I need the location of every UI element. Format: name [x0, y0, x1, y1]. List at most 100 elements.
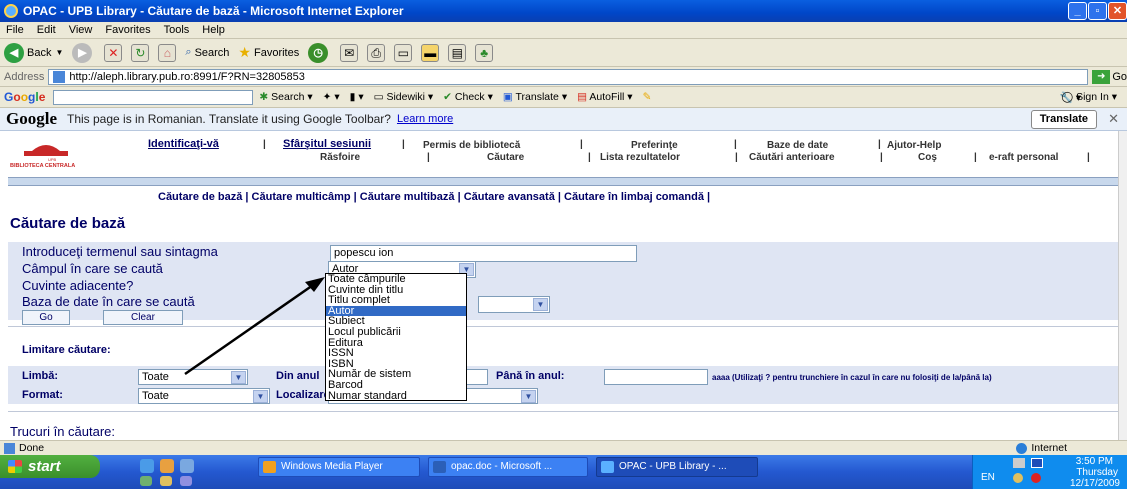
- favorites-button[interactable]: ★ Favorites: [238, 44, 299, 61]
- dropdown-option[interactable]: Locul publicării: [326, 327, 466, 338]
- stop-button[interactable]: ✕: [104, 43, 123, 62]
- start-button[interactable]: start: [0, 455, 100, 478]
- address-bar: Address http://aleph.library.pub.ro:8991…: [0, 67, 1127, 87]
- page-content: UPB BIBLIOTECA CENTRALA Identificaţi-vă …: [0, 131, 1118, 440]
- back-button[interactable]: ◀ Back ▼: [4, 42, 63, 63]
- print-button[interactable]: ⎙: [367, 43, 386, 62]
- ie-quicklaunch-icon[interactable]: [180, 459, 194, 473]
- page-icon: [53, 70, 66, 83]
- window-titlebar[interactable]: OPAC - UPB Library - Căutare de bază - M…: [0, 0, 1127, 22]
- close-icon[interactable]: ✕: [1108, 111, 1119, 127]
- history-icon: ◷: [308, 42, 329, 63]
- edit-button[interactable]: ▭: [394, 43, 413, 62]
- google-translate-button[interactable]: ▣ Translate ▾: [503, 91, 567, 103]
- window-title: OPAC - UPB Library - Căutare de bază - M…: [23, 4, 404, 18]
- stop-icon: ✕: [104, 43, 123, 62]
- highlight-button[interactable]: ✎: [643, 91, 652, 103]
- clock-day: Thursday: [1076, 467, 1118, 478]
- forward-button[interactable]: ▶: [72, 42, 95, 63]
- research-icon: ▤: [448, 43, 467, 62]
- mail-button[interactable]: ✉: [340, 43, 359, 62]
- menu-bar: File Edit View Favorites Tools Help: [0, 22, 1127, 39]
- refresh-icon: ↻: [131, 43, 150, 62]
- firefox-icon[interactable]: [160, 459, 174, 473]
- sign-in-button[interactable]: ◯ Sign In ▾: [1061, 91, 1117, 103]
- page-done-icon: [4, 442, 15, 454]
- taskbar: start Windows Media Player opac.doc - Mi…: [0, 455, 1127, 489]
- refresh-button[interactable]: ↻: [131, 43, 150, 62]
- ie-icon: [4, 4, 18, 18]
- google-logo: Google: [4, 90, 46, 104]
- dropdown-option[interactable]: Toate câmpurile: [326, 274, 466, 285]
- security-shield-icon[interactable]: [1031, 473, 1041, 483]
- spellcheck-button[interactable]: ✔ Check ▾: [443, 91, 493, 103]
- page-scrollbar[interactable]: [1118, 131, 1127, 440]
- go-arrow-icon: ➜: [1092, 69, 1111, 84]
- google-bookmark-button[interactable]: ✦ ▾: [323, 91, 340, 103]
- browser-toolbar: ◀ Back ▼ ▶ ✕ ↻ ⌂ ⌕ Search ★ Favorites ◷ ✉ ⎙ …: [0, 39, 1127, 67]
- research-button[interactable]: ▤: [448, 43, 467, 62]
- folder-icon: ▬: [421, 43, 440, 62]
- minimize-button[interactable]: _: [1068, 2, 1087, 20]
- google-translate-logo: Google: [6, 109, 57, 128]
- clock-time[interactable]: 3:50 PM: [1076, 456, 1113, 467]
- address-input[interactable]: http://aleph.library.pub.ro:8991/F?RN=32…: [48, 68, 1089, 85]
- home-button[interactable]: ⌂: [158, 43, 177, 62]
- search-icon: ✱: [259, 91, 269, 103]
- close-button[interactable]: ✕: [1108, 2, 1127, 20]
- menu-file[interactable]: File: [6, 24, 24, 36]
- sidewiki-icon: ▭: [373, 91, 384, 103]
- status-text: Done: [19, 442, 45, 454]
- menu-help[interactable]: Help: [202, 24, 225, 36]
- network-icon[interactable]: [1013, 458, 1025, 468]
- task-windows-media-player[interactable]: Windows Media Player: [258, 457, 420, 477]
- windows-flag-icon: [8, 460, 22, 473]
- google-search-button[interactable]: ✱ Search ▾: [259, 91, 312, 103]
- pencil-icon: ✎: [642, 91, 652, 103]
- menu-edit[interactable]: Edit: [37, 24, 56, 36]
- quicklaunch-icon[interactable]: [140, 476, 152, 486]
- ie-icon: [601, 461, 614, 473]
- translate-page-button[interactable]: Translate: [1030, 110, 1097, 129]
- task-word-document[interactable]: opac.doc - Microsoft ...: [428, 457, 588, 477]
- desktop-icon[interactable]: [140, 459, 154, 473]
- history-button[interactable]: ◷: [308, 42, 331, 63]
- dropdown-option[interactable]: Numar standard: [326, 390, 466, 402]
- globe-icon: [1016, 442, 1028, 454]
- autofill-button[interactable]: ▤ AutoFill ▾: [577, 91, 632, 103]
- user-icon: ◯: [1061, 91, 1074, 103]
- autofill-icon: ▤: [577, 91, 588, 103]
- menu-favorites[interactable]: Favorites: [105, 24, 150, 36]
- language-indicator[interactable]: EN: [981, 472, 995, 483]
- sidewiki-button[interactable]: ▭ Sidewiki ▾: [374, 91, 434, 103]
- menu-view[interactable]: View: [69, 24, 93, 36]
- task-ie-opac[interactable]: OPAC - UPB Library - ...: [596, 457, 758, 477]
- address-url: http://aleph.library.pub.ro:8991/F?RN=32…: [69, 70, 305, 83]
- back-arrow-icon: ◀: [4, 42, 24, 63]
- check-icon: ✔: [443, 91, 452, 103]
- search-field-dropdown-list[interactable]: Toate câmpurile Cuvinte din titlu Titlu …: [325, 273, 467, 401]
- google-pagerank-button[interactable]: ▮ ▾: [350, 91, 364, 103]
- learn-more-link[interactable]: Learn more: [397, 113, 453, 125]
- edit-icon: ▭: [394, 43, 413, 62]
- messenger-button[interactable]: ♣: [475, 43, 494, 62]
- star-icon: ★: [238, 44, 251, 60]
- quicklaunch-icon[interactable]: [160, 476, 172, 486]
- status-bar: Done Internet: [0, 440, 1127, 455]
- translate-message: This page is in Romanian. Translate it u…: [67, 112, 391, 126]
- maximize-button[interactable]: ▫: [1088, 2, 1107, 20]
- search-button[interactable]: ⌕ Search: [185, 46, 229, 59]
- tray-icon[interactable]: [1013, 473, 1023, 483]
- mail-icon: ✉: [340, 43, 359, 62]
- dropdown-option[interactable]: Barcod: [326, 380, 466, 391]
- messenger-icon: ♣: [475, 43, 494, 62]
- folder-button[interactable]: ▬: [421, 43, 440, 62]
- menu-tools[interactable]: Tools: [164, 24, 190, 36]
- go-button[interactable]: ➜ Go: [1092, 69, 1127, 84]
- google-search-input[interactable]: [53, 89, 254, 105]
- quicklaunch-icon[interactable]: [180, 476, 192, 486]
- monitor-icon[interactable]: [1031, 458, 1043, 468]
- google-toolbar: Google ✱ Search ▾ ✦ ▾ ▮ ▾ ▭ Sidewiki ▾ ✔…: [0, 87, 1127, 108]
- home-icon: ⌂: [158, 43, 177, 62]
- forward-arrow-icon: ▶: [72, 42, 93, 63]
